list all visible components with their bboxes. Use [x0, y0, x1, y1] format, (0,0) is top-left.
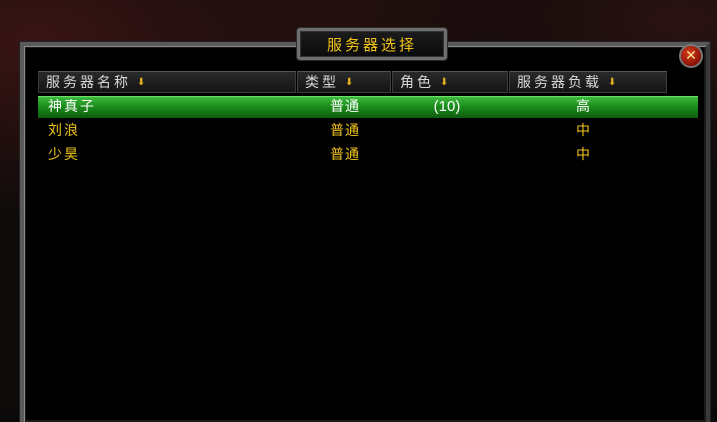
column-header-server-name[interactable]: 服务器名称 ⬇: [38, 71, 296, 93]
sort-down-arrow-icon: ⬇: [137, 76, 146, 88]
server-type: 普通: [330, 99, 360, 115]
column-header-type[interactable]: 类型 ⬇: [297, 71, 391, 93]
column-header-label: 服务器负载: [517, 75, 602, 91]
column-header-characters[interactable]: 角色 ⬇: [392, 71, 508, 93]
sort-down-arrow-icon: ⬇: [608, 76, 617, 88]
server-row[interactable]: 少昊 普通 中: [38, 144, 698, 168]
dialog-title: 服务器选择: [326, 35, 417, 54]
server-character-count: (10): [433, 98, 461, 115]
column-header-label: 服务器名称: [46, 75, 131, 91]
server-load: 高: [576, 99, 590, 115]
server-row[interactable]: 刘浪 普通 中: [38, 120, 698, 144]
column-header-row: 服务器名称 ⬇ 类型 ⬇ 角色 ⬇ 服务器负载 ⬇: [38, 71, 670, 93]
sort-down-arrow-icon: ⬇: [440, 76, 449, 88]
server-load: 中: [576, 147, 590, 163]
server-list: 神真子 普通 (10) 高 刘浪 普通 中 少昊 普通 中: [38, 96, 698, 168]
server-name: 神真子: [48, 99, 96, 115]
close-icon: ✕: [685, 48, 697, 64]
server-type: 普通: [330, 147, 360, 163]
column-header-label: 类型: [305, 75, 339, 91]
dialog-title-plate: 服务器选择: [297, 28, 447, 60]
server-type: 普通: [330, 123, 360, 139]
server-name: 少昊: [48, 147, 80, 163]
close-button[interactable]: ✕: [679, 44, 703, 68]
server-name: 刘浪: [48, 123, 80, 139]
sort-down-arrow-icon: ⬇: [345, 76, 354, 88]
column-header-load[interactable]: 服务器负载 ⬇: [509, 71, 667, 93]
server-load: 中: [576, 123, 590, 139]
server-row-selected[interactable]: 神真子 普通 (10) 高: [38, 96, 698, 118]
server-character-count: [431, 120, 463, 142]
server-character-count: [431, 144, 463, 166]
column-header-label: 角色: [400, 75, 434, 91]
